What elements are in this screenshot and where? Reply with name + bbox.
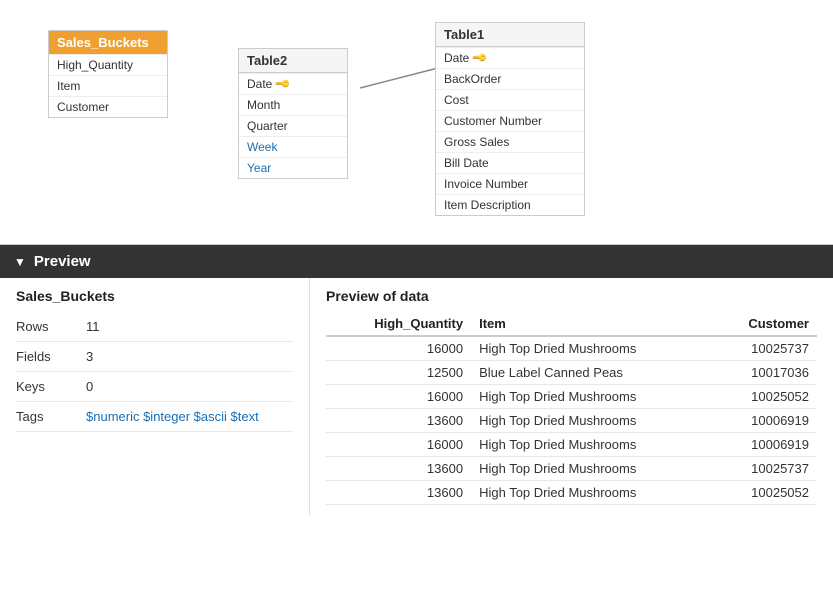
stats-row-tags: Tags $numeric $integer $ascii $text xyxy=(16,402,293,432)
field-item: Item xyxy=(49,75,167,96)
stats-row-keys: Keys 0 xyxy=(16,372,293,402)
field-customer: Customer xyxy=(49,96,167,117)
field-item-description: Item Description xyxy=(436,194,584,215)
table-row: 16000 High Top Dried Mushrooms 10025737 xyxy=(326,336,817,361)
cell-customer: 10025737 xyxy=(711,336,817,361)
cell-item: High Top Dried Mushrooms xyxy=(471,409,711,433)
fields-label: Fields xyxy=(16,349,86,364)
field-year: Year xyxy=(239,157,347,178)
data-table: High_Quantity Item Customer 16000 High T… xyxy=(326,312,817,505)
field-customer-number: Customer Number xyxy=(436,110,584,131)
arrow-icon: ▼ xyxy=(14,255,26,269)
table-row: 16000 High Top Dried Mushrooms 10006919 xyxy=(326,433,817,457)
cell-item: High Top Dried Mushrooms xyxy=(471,385,711,409)
key-icon-t1: 🔑 xyxy=(471,50,488,67)
field-cost: Cost xyxy=(436,89,584,110)
field-date-t1-text: Date xyxy=(444,51,469,65)
cell-customer: 10025052 xyxy=(711,385,817,409)
cell-item: High Top Dried Mushrooms xyxy=(471,481,711,505)
cell-item: High Top Dried Mushrooms xyxy=(471,336,711,361)
table-sales-buckets-header: Sales_Buckets xyxy=(49,31,167,54)
field-date-t1: Date 🔑 xyxy=(436,47,584,68)
rows-label: Rows xyxy=(16,319,86,334)
stats-panel: Sales_Buckets Rows 11 Fields 3 Keys 0 Ta… xyxy=(0,278,310,515)
cell-item: High Top Dried Mushrooms xyxy=(471,433,711,457)
stats-title: Sales_Buckets xyxy=(16,288,293,304)
preview-header: ▼ Preview xyxy=(0,245,833,278)
cell-customer: 10025737 xyxy=(711,457,817,481)
tags-value: $numeric $integer $ascii $text xyxy=(86,409,259,424)
table-row: 16000 High Top Dried Mushrooms 10025052 xyxy=(326,385,817,409)
field-month: Month xyxy=(239,94,347,115)
preview-content: Sales_Buckets Rows 11 Fields 3 Keys 0 Ta… xyxy=(0,278,833,515)
field-quarter: Quarter xyxy=(239,115,347,136)
cell-customer: 10006919 xyxy=(711,409,817,433)
cell-item: Blue Label Canned Peas xyxy=(471,361,711,385)
table-row: 13600 High Top Dried Mushrooms 10006919 xyxy=(326,409,817,433)
field-bill-date: Bill Date xyxy=(436,152,584,173)
col-header-customer: Customer xyxy=(711,312,817,336)
tags-label: Tags xyxy=(16,409,86,424)
rows-value: 11 xyxy=(86,319,100,334)
cell-item: High Top Dried Mushrooms xyxy=(471,457,711,481)
table-table1: Table1 Date 🔑 BackOrder Cost Customer Nu… xyxy=(435,22,585,216)
cell-high-quantity: 13600 xyxy=(326,457,471,481)
table-table1-header: Table1 xyxy=(436,23,584,47)
diagram-area: Sales_Buckets High_Quantity Item Custome… xyxy=(0,0,833,245)
cell-high-quantity: 16000 xyxy=(326,433,471,457)
table-row: 13600 High Top Dried Mushrooms 10025737 xyxy=(326,457,817,481)
field-gross-sales: Gross Sales xyxy=(436,131,584,152)
cell-customer: 10006919 xyxy=(711,433,817,457)
col-header-high-quantity: High_Quantity xyxy=(326,312,471,336)
table-table2-header: Table2 xyxy=(239,49,347,73)
preview-title: Preview xyxy=(34,253,91,270)
field-high-quantity: High_Quantity xyxy=(49,54,167,75)
field-date-t2: Date 🔑 xyxy=(239,73,347,94)
cell-high-quantity: 13600 xyxy=(326,409,471,433)
col-header-item: Item xyxy=(471,312,711,336)
stats-row-fields: Fields 3 xyxy=(16,342,293,372)
data-preview-title: Preview of data xyxy=(326,288,817,304)
data-preview: Preview of data High_Quantity Item Custo… xyxy=(310,278,833,515)
cell-high-quantity: 13600 xyxy=(326,481,471,505)
table-sales-buckets: Sales_Buckets High_Quantity Item Custome… xyxy=(48,30,168,118)
key-icon-t2: 🔑 xyxy=(274,76,291,93)
table-header-row: High_Quantity Item Customer xyxy=(326,312,817,336)
field-backorder: BackOrder xyxy=(436,68,584,89)
cell-customer: 10017036 xyxy=(711,361,817,385)
table-table2: Table2 Date 🔑 Month Quarter Week Year xyxy=(238,48,348,179)
cell-customer: 10025052 xyxy=(711,481,817,505)
cell-high-quantity: 12500 xyxy=(326,361,471,385)
table-row: 13600 High Top Dried Mushrooms 10025052 xyxy=(326,481,817,505)
field-invoice-number: Invoice Number xyxy=(436,173,584,194)
keys-value: 0 xyxy=(86,379,93,394)
cell-high-quantity: 16000 xyxy=(326,336,471,361)
field-week: Week xyxy=(239,136,347,157)
stats-row-rows: Rows 11 xyxy=(16,312,293,342)
fields-value: 3 xyxy=(86,349,93,364)
table-row: 12500 Blue Label Canned Peas 10017036 xyxy=(326,361,817,385)
keys-label: Keys xyxy=(16,379,86,394)
field-date-text: Date xyxy=(247,77,272,91)
cell-high-quantity: 16000 xyxy=(326,385,471,409)
